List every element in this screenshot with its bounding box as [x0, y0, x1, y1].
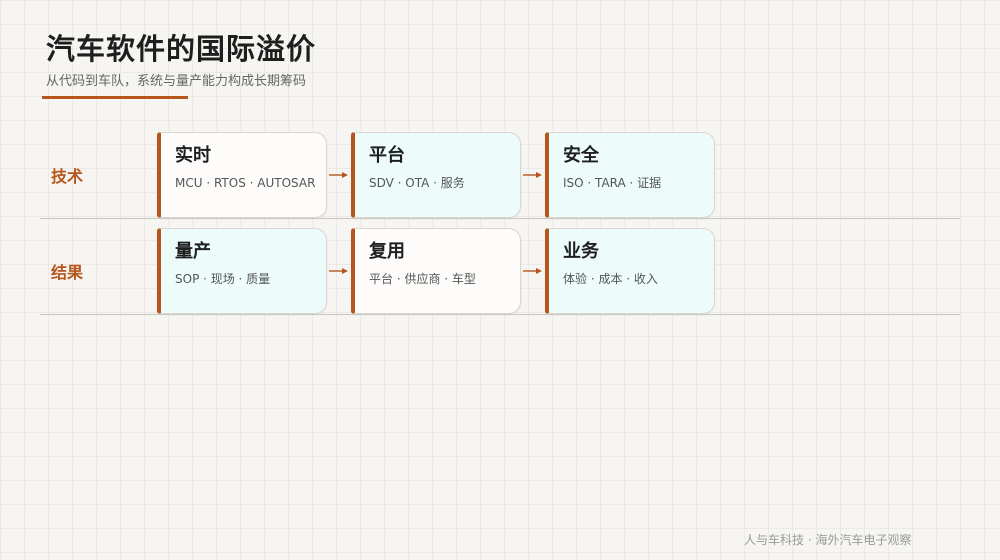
card-realtime: 实时 MCU · RTOS · AUTOSAR	[157, 132, 327, 218]
arrow-right-icon	[329, 268, 348, 274]
card-title: 安全	[563, 145, 599, 166]
card-title: 实时	[175, 145, 211, 166]
arrow-right-icon	[329, 172, 348, 178]
card-safety: 安全 ISO · TARA · 证据	[545, 132, 715, 218]
row-label-tech: 技术	[51, 167, 84, 186]
row-label-result: 结果	[51, 263, 84, 282]
card-reuse: 复用 平台 · 供应商 · 车型	[351, 228, 521, 314]
card-title: 复用	[369, 241, 405, 262]
arrow-right-icon	[523, 172, 542, 178]
row-divider	[40, 314, 960, 315]
row-divider	[40, 218, 960, 219]
card-platform: 平台 SDV · OTA · 服务	[351, 132, 521, 218]
card-mass-production: 量产 SOP · 现场 · 质量	[157, 228, 327, 314]
card-desc: SOP · 现场 · 质量	[175, 272, 271, 286]
title-underline	[42, 96, 188, 99]
arrow-right-icon	[523, 268, 542, 274]
card-title: 业务	[563, 241, 599, 262]
page-subtitle: 从代码到车队，系统与量产能力构成长期筹码	[46, 74, 307, 89]
card-desc: 体验 · 成本 · 收入	[563, 272, 658, 286]
card-title: 平台	[369, 145, 405, 166]
card-desc: MCU · RTOS · AUTOSAR	[175, 176, 316, 190]
page-title: 汽车软件的国际溢价	[46, 32, 317, 66]
card-desc: 平台 · 供应商 · 车型	[369, 272, 476, 286]
card-business: 业务 体验 · 成本 · 收入	[545, 228, 715, 314]
card-title: 量产	[175, 241, 211, 262]
card-desc: SDV · OTA · 服务	[369, 176, 465, 190]
card-desc: ISO · TARA · 证据	[563, 176, 662, 190]
footer-credit: 人与车科技 · 海外汽车电子观察	[744, 533, 912, 547]
